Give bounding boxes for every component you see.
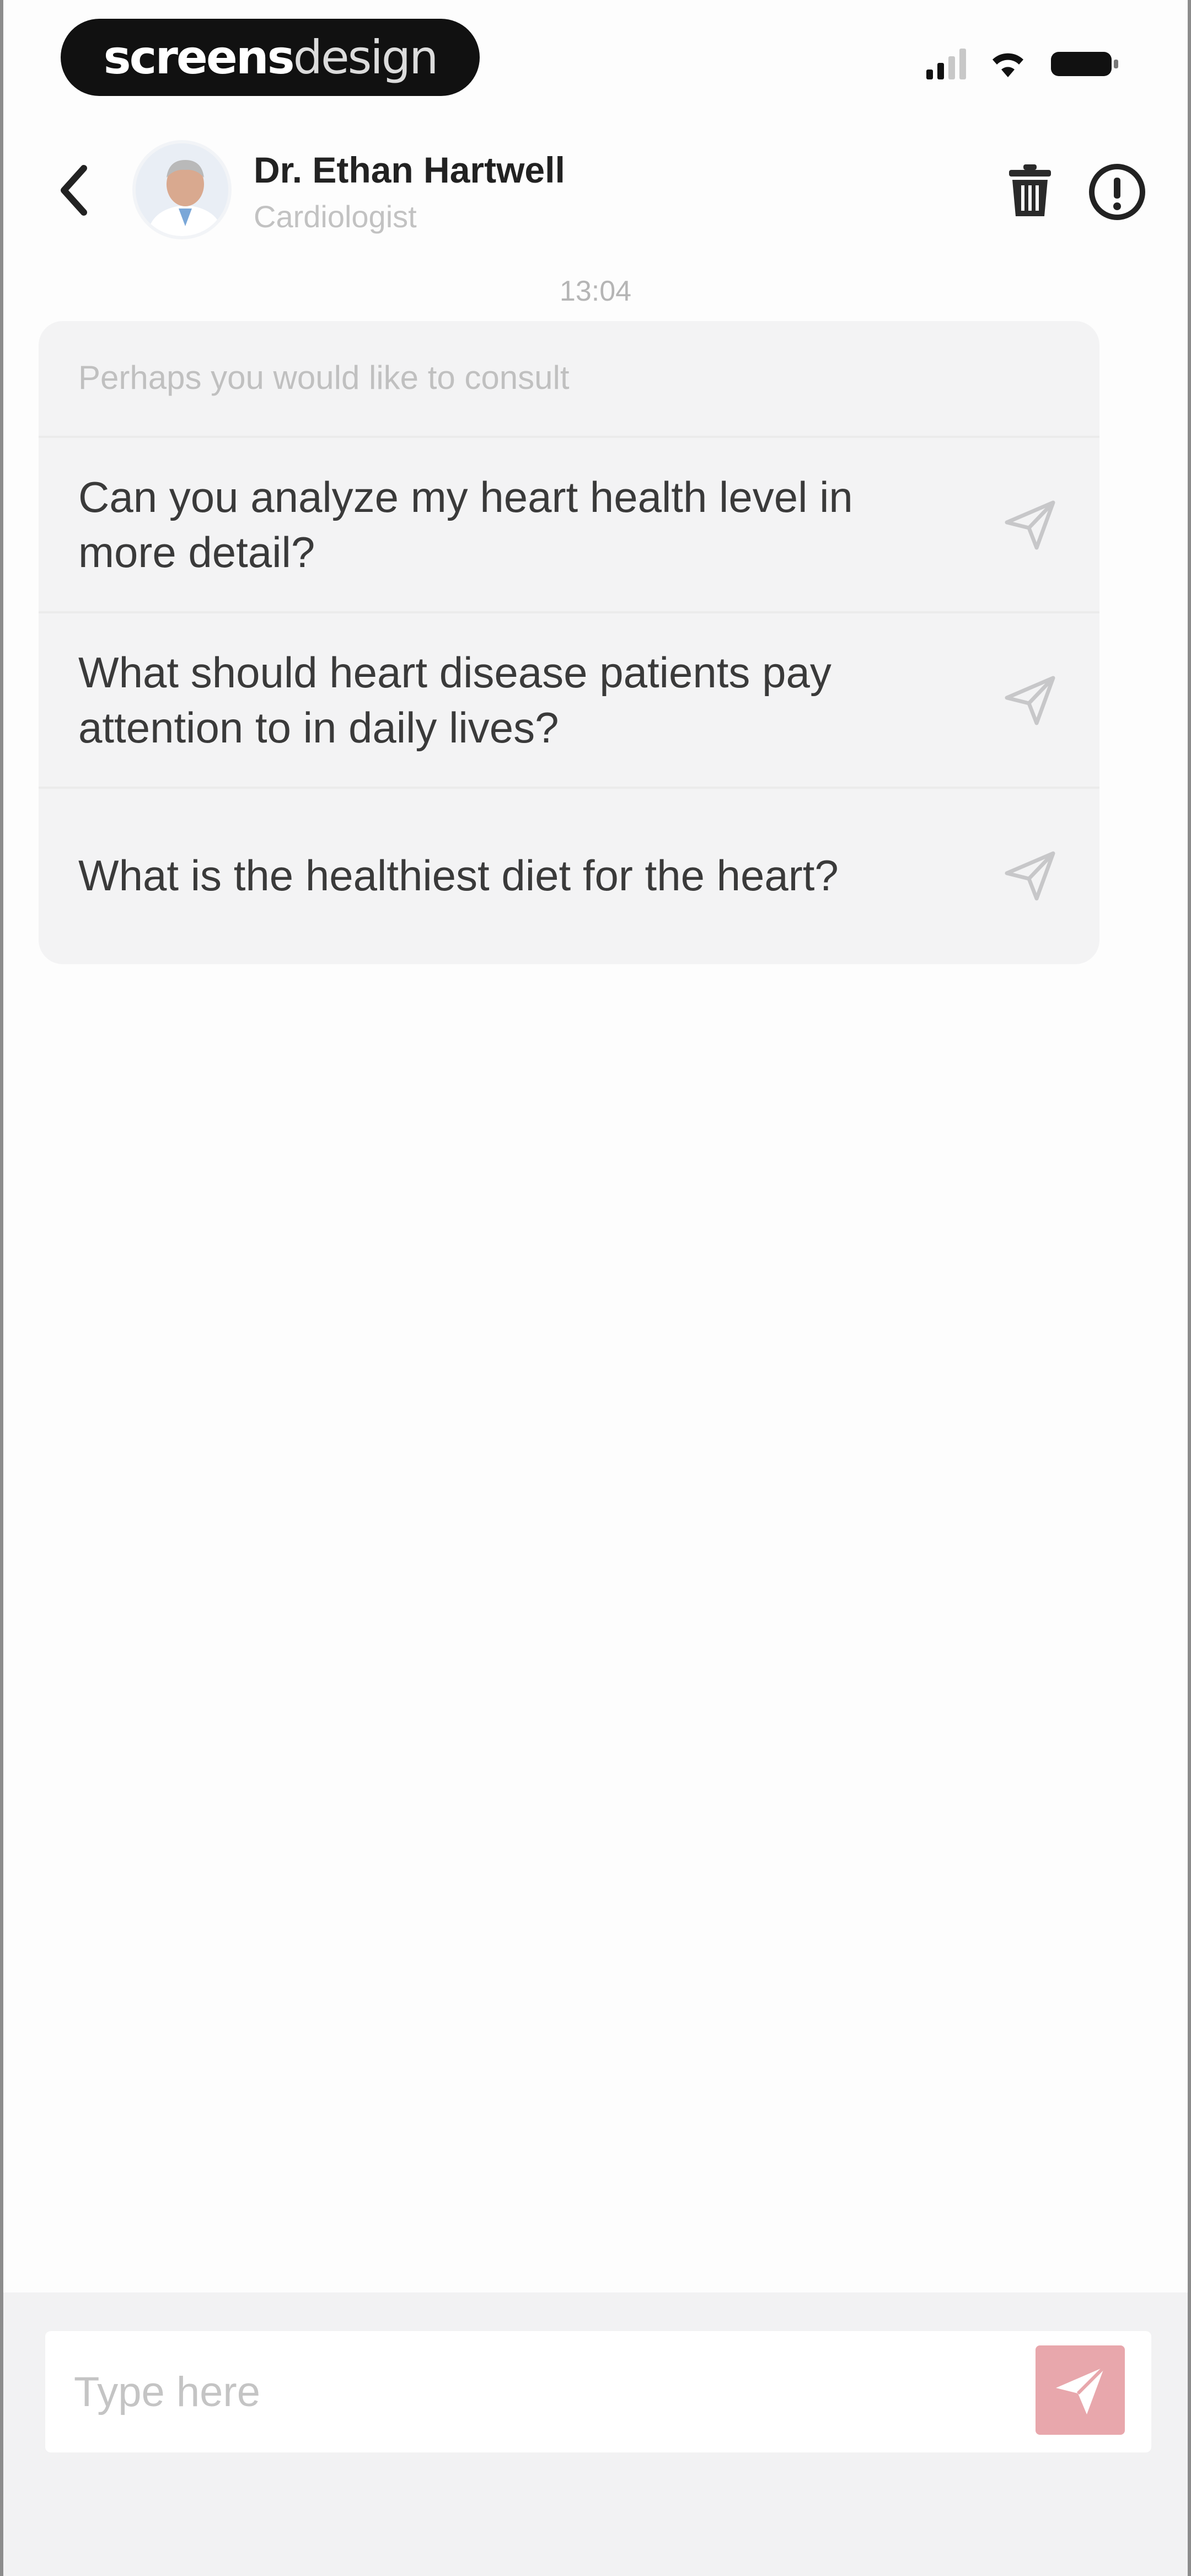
send-icon <box>1005 500 1055 550</box>
chat-header: Dr. Ethan Hartwell Cardiologist <box>3 127 1188 259</box>
chat-screen: screens design Dr. Ethan Hartwell Cardio… <box>0 0 1191 2576</box>
doctor-specialty: Cardiologist <box>254 199 417 234</box>
send-suggestion-button[interactable] <box>1000 670 1060 730</box>
doctor-name: Dr. Ethan Hartwell <box>254 149 565 190</box>
message-input-box[interactable] <box>45 2331 1151 2452</box>
suggested-question[interactable]: What should heart disease patients pay a… <box>39 613 1099 789</box>
suggested-questions-card: Perhaps you would like to consult Can yo… <box>39 321 1099 964</box>
wifi-icon <box>993 53 1023 77</box>
brand-logo-bold: screens <box>103 30 295 84</box>
delete-chat-button[interactable] <box>1002 158 1058 224</box>
back-button[interactable] <box>46 160 101 221</box>
suggested-questions-header: Perhaps you would like to consult <box>39 321 1099 438</box>
battery-icon <box>1051 52 1118 76</box>
doctor-avatar[interactable] <box>132 140 232 239</box>
brand-logo-light: design <box>293 30 439 84</box>
message-input[interactable] <box>73 2331 1010 2452</box>
status-bar: screens design <box>3 0 1188 116</box>
send-suggestion-button[interactable] <box>1000 846 1060 905</box>
send-suggestion-button[interactable] <box>1000 495 1060 554</box>
trash-icon <box>1009 164 1051 216</box>
suggested-question[interactable]: Can you analyze my heart health level in… <box>39 438 1099 613</box>
brand-logo: screens design <box>61 19 480 96</box>
suggested-question-text: What is the healthiest diet for the hear… <box>78 851 839 900</box>
chevron-left-icon <box>61 165 87 216</box>
send-button[interactable] <box>1036 2345 1125 2435</box>
status-icons <box>926 49 1122 79</box>
suggested-question[interactable]: What is the healthiest diet for the hear… <box>39 789 1099 962</box>
signal-icon <box>926 49 966 79</box>
send-icon <box>1005 851 1055 901</box>
message-timestamp: 13:04 <box>559 275 632 307</box>
info-button[interactable] <box>1085 160 1149 224</box>
info-icon <box>1089 164 1145 220</box>
suggested-question-text: Can you analyze my heart health level in… <box>78 473 853 576</box>
send-icon <box>1056 2365 1106 2414</box>
doctor-portrait-image <box>136 143 228 236</box>
suggested-question-text: What should heart disease patients pay a… <box>78 648 831 752</box>
message-composer <box>3 2292 1188 2576</box>
send-icon <box>1005 676 1055 725</box>
